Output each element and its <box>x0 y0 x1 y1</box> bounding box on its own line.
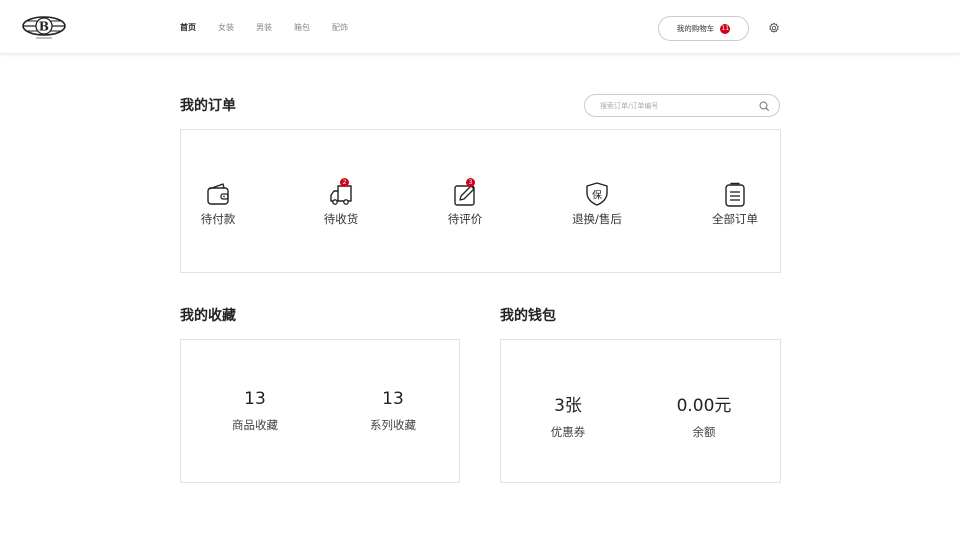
series-favorites-label: 系列收藏 <box>370 418 416 432</box>
order-status-label: 全部订单 <box>712 212 758 226</box>
wallet-title: 我的钱包 <box>500 308 556 324</box>
nav-item-men[interactable]: 男装 <box>256 22 272 33</box>
product-favorites-label: 商品收藏 <box>232 418 278 432</box>
series-favorites-count: 13 <box>382 389 404 409</box>
coupons-count: 3张 <box>554 396 582 416</box>
balance-amount: 0.00元 <box>676 396 732 416</box>
main-nav: 首页 女装 男装 箱包 配饰 <box>180 22 370 33</box>
search-icon[interactable] <box>758 100 770 112</box>
top-header: B 首页 女装 男装 箱包 配饰 我的购物车 11 <box>0 0 960 54</box>
nav-item-home[interactable]: 首页 <box>180 22 196 33</box>
orders-title: 我的订单 <box>180 98 236 114</box>
coupons-label: 优惠券 <box>550 425 586 439</box>
balance-label: 余额 <box>692 425 716 439</box>
cart-count-badge: 11 <box>720 23 731 34</box>
balance-stat[interactable]: 0.00元 余额 <box>664 391 744 440</box>
cart-label: 我的购物车 <box>676 24 715 33</box>
edit-icon <box>454 185 475 206</box>
shield-icon: 保 <box>586 182 608 206</box>
svg-text:B: B <box>39 20 49 34</box>
order-status-label: 待收货 <box>323 212 359 226</box>
brand-logo-icon[interactable]: B <box>20 13 68 41</box>
nav-item-women[interactable]: 女装 <box>218 22 234 33</box>
order-search-input[interactable] <box>600 99 750 113</box>
series-favorites-stat[interactable]: 13 系列收藏 <box>363 389 423 433</box>
order-status-all[interactable]: 全部订单 <box>710 180 760 227</box>
favorites-title: 我的收藏 <box>180 308 236 324</box>
order-status-awaiting-review[interactable]: 3 待评价 <box>446 178 484 227</box>
wallet-card: 3张 优惠券 0.00元 余额 <box>500 339 781 483</box>
orders-card: 待付款 2 待收货 3 待评价 保 退换/售后 全部订单 <box>180 129 781 273</box>
order-status-returns[interactable]: 保 退换/售后 <box>569 180 625 227</box>
order-search <box>584 94 780 117</box>
nav-item-bags[interactable]: 箱包 <box>294 22 310 33</box>
order-status-pending-payment[interactable]: 待付款 <box>199 180 237 227</box>
order-status-label: 退换/售后 <box>572 212 622 226</box>
order-status-label: 待评价 <box>447 212 483 226</box>
nav-item-accessories[interactable]: 配饰 <box>332 22 348 33</box>
clipboard-icon <box>725 182 745 207</box>
review-badge: 3 <box>466 178 475 187</box>
delivery-badge: 2 <box>340 178 349 187</box>
product-favorites-stat[interactable]: 13 商品收藏 <box>225 389 285 433</box>
favorites-card: 13 商品收藏 13 系列收藏 <box>180 339 460 483</box>
coupons-stat[interactable]: 3张 优惠券 <box>538 391 598 440</box>
gear-icon[interactable] <box>768 22 780 34</box>
product-favorites-count: 13 <box>244 389 266 409</box>
wallet-icon <box>207 183 229 205</box>
svg-text:保: 保 <box>592 189 602 202</box>
cart-button[interactable]: 我的购物车 11 <box>658 16 749 41</box>
order-status-label: 待付款 <box>200 212 236 226</box>
order-status-awaiting-delivery[interactable]: 2 待收货 <box>322 178 360 227</box>
